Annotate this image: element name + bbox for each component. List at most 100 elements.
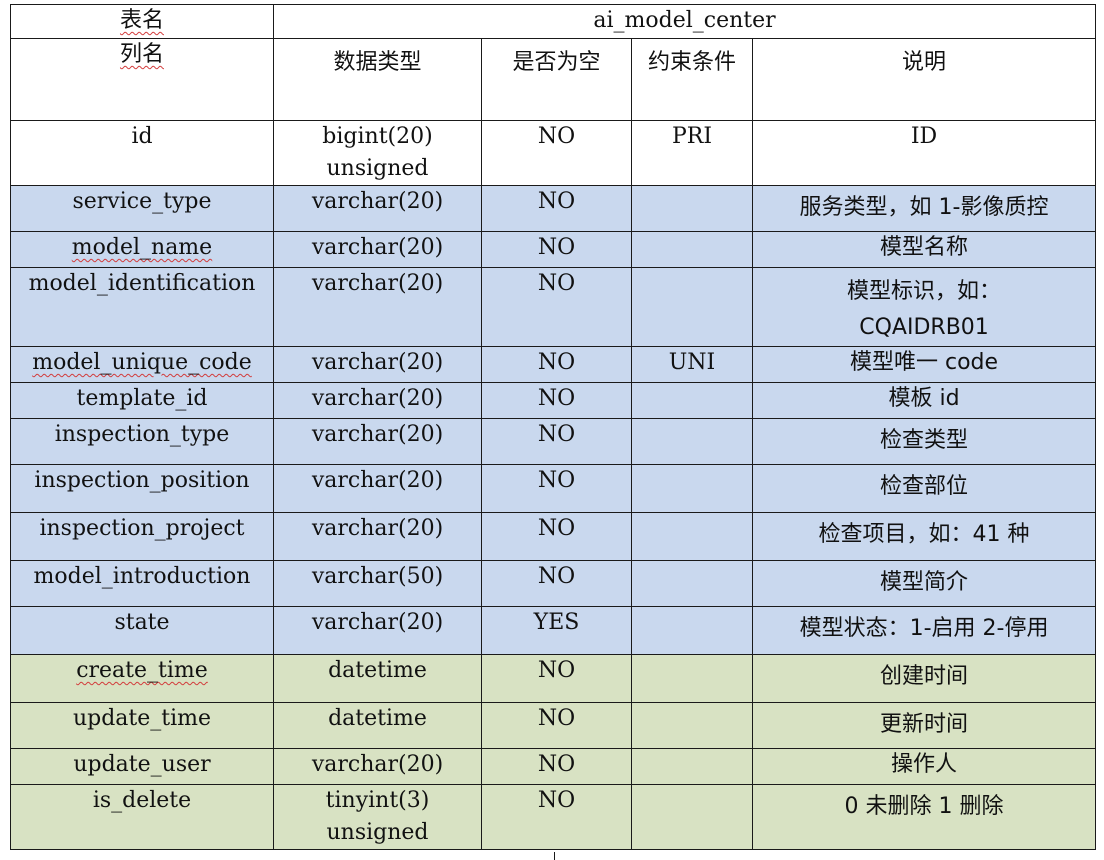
column-name-cell: update_user — [10, 748, 274, 785]
nullable-cell: NO — [481, 560, 632, 607]
description-cell: ID — [751, 120, 1097, 186]
data-type-cell: datetime — [273, 654, 482, 703]
constraint-cell — [631, 702, 753, 749]
column-name-cell: inspection_project — [10, 512, 274, 561]
description-cell: 服务类型，如 1-影像质控 — [751, 185, 1097, 232]
schema-table: 表名 ai_model_center 列名 数据类型 是否为空 约束条件 说明 … — [10, 4, 1097, 850]
data-type-cell: varchar(20) — [273, 464, 482, 513]
description-cell: 模型唯一 code — [751, 346, 1097, 383]
column-name-cell: model_unique_code — [10, 346, 274, 383]
column-name-cell: model_introduction — [10, 560, 274, 607]
description-cell: 检查项目，如：41 种 — [751, 512, 1097, 561]
table-row: create_time datetime NO 创建时间 — [10, 654, 1097, 703]
data-type-cell: varchar(20) — [273, 418, 482, 465]
data-type-cell: varchar(20) — [273, 185, 482, 232]
nullable-cell: NO — [481, 231, 632, 268]
nullable-cell: NO — [481, 346, 632, 383]
description-cell: 模型名称 — [751, 231, 1097, 268]
table-name-row: 表名 ai_model_center — [10, 4, 1097, 39]
column-name-cell: create_time — [10, 654, 274, 703]
data-type-cell: varchar(20) — [273, 231, 482, 268]
nullable-cell: NO — [481, 120, 632, 186]
table-row: update_time datetime NO 更新时间 — [10, 702, 1097, 749]
description-cell: 模板 id — [751, 382, 1097, 419]
table-row: inspection_position varchar(20) NO 检查部位 — [10, 464, 1097, 513]
text-cursor-mark — [554, 852, 555, 860]
nullable-cell: YES — [481, 606, 632, 655]
nullable-cell: NO — [481, 702, 632, 749]
nullable-cell: NO — [481, 267, 632, 347]
column-name-cell: model_identification — [10, 267, 274, 347]
constraint-cell — [631, 748, 753, 785]
table-row: update_user varchar(20) NO 操作人 — [10, 748, 1097, 785]
description-cell: 模型简介 — [751, 560, 1097, 607]
constraint-cell — [631, 231, 753, 268]
description-cell: 创建时间 — [751, 654, 1097, 703]
table-row: model_introduction varchar(50) NO 模型简介 — [10, 560, 1097, 607]
table-row: is_delete tinyint(3) unsigned NO 0 未删除 1… — [10, 784, 1097, 850]
nullable-cell: NO — [481, 418, 632, 465]
constraint-cell — [631, 784, 753, 850]
data-type-cell: varchar(20) — [273, 346, 482, 383]
data-type-cell: varchar(20) — [273, 512, 482, 561]
data-type-cell: datetime — [273, 702, 482, 749]
table-row: template_id varchar(20) NO 模板 id — [10, 382, 1097, 419]
nullable-cell: NO — [481, 382, 632, 419]
column-name-cell: inspection_position — [10, 464, 274, 513]
data-type-cell: varchar(20) — [273, 267, 482, 347]
constraint-cell: PRI — [631, 120, 753, 186]
nullable-cell: NO — [481, 185, 632, 232]
header-column-name: 列名 — [10, 38, 274, 121]
table-row: model_unique_code varchar(20) NO UNI 模型唯… — [10, 346, 1097, 383]
constraint-cell — [631, 654, 753, 703]
column-name-cell: update_time — [10, 702, 274, 749]
header-row: 列名 数据类型 是否为空 约束条件 说明 — [10, 38, 1097, 121]
column-name-cell: service_type — [10, 185, 274, 232]
header-constraint: 约束条件 — [631, 38, 753, 121]
nullable-cell: NO — [481, 654, 632, 703]
nullable-cell: NO — [481, 784, 632, 850]
constraint-cell — [631, 464, 753, 513]
data-type-cell: bigint(20) unsigned — [273, 120, 482, 186]
description-cell: 模型标识，如：CQAIDRB01 — [751, 267, 1097, 347]
constraint-cell — [631, 512, 753, 561]
nullable-cell: NO — [481, 512, 632, 561]
data-type-cell: tinyint(3) unsigned — [273, 784, 482, 850]
header-nullable: 是否为空 — [481, 38, 632, 121]
constraint-cell — [631, 606, 753, 655]
data-type-cell: varchar(20) — [273, 382, 482, 419]
table-name-value: ai_model_center — [272, 4, 1097, 39]
constraint-cell — [631, 267, 753, 347]
table-row: state varchar(20) YES 模型状态：1-启用 2-停用 — [10, 606, 1097, 655]
nullable-cell: NO — [481, 748, 632, 785]
constraint-cell — [631, 418, 753, 465]
table-row: inspection_type varchar(20) NO 检查类型 — [10, 418, 1097, 465]
column-name-cell: is_delete — [10, 784, 274, 850]
nullable-cell: NO — [481, 464, 632, 513]
description-cell: 检查部位 — [751, 464, 1097, 513]
table-row: model_identification varchar(20) NO 模型标识… — [10, 267, 1097, 347]
constraint-cell: UNI — [631, 346, 753, 383]
data-type-cell: varchar(20) — [273, 748, 482, 785]
column-name-cell: template_id — [10, 382, 274, 419]
table-name-label: 表名 — [10, 4, 274, 39]
header-description: 说明 — [751, 38, 1097, 121]
table-row: model_name varchar(20) NO 模型名称 — [10, 231, 1097, 268]
description-cell: 更新时间 — [751, 702, 1097, 749]
header-data-type: 数据类型 — [273, 38, 482, 121]
data-type-cell: varchar(50) — [273, 560, 482, 607]
column-name-cell: inspection_type — [10, 418, 274, 465]
table-row: inspection_project varchar(20) NO 检查项目，如… — [10, 512, 1097, 561]
column-name-cell: state — [10, 606, 274, 655]
description-cell: 模型状态：1-启用 2-停用 — [751, 606, 1097, 655]
table-row: id bigint(20) unsigned NO PRI ID — [10, 120, 1097, 186]
constraint-cell — [631, 382, 753, 419]
constraint-cell — [631, 560, 753, 607]
data-type-cell: varchar(20) — [273, 606, 482, 655]
description-cell: 0 未删除 1 删除 — [751, 784, 1097, 850]
description-cell: 检查类型 — [751, 418, 1097, 465]
constraint-cell — [631, 185, 753, 232]
column-name-cell: id — [10, 120, 274, 186]
description-cell: 操作人 — [751, 748, 1097, 785]
column-name-cell: model_name — [10, 231, 274, 268]
